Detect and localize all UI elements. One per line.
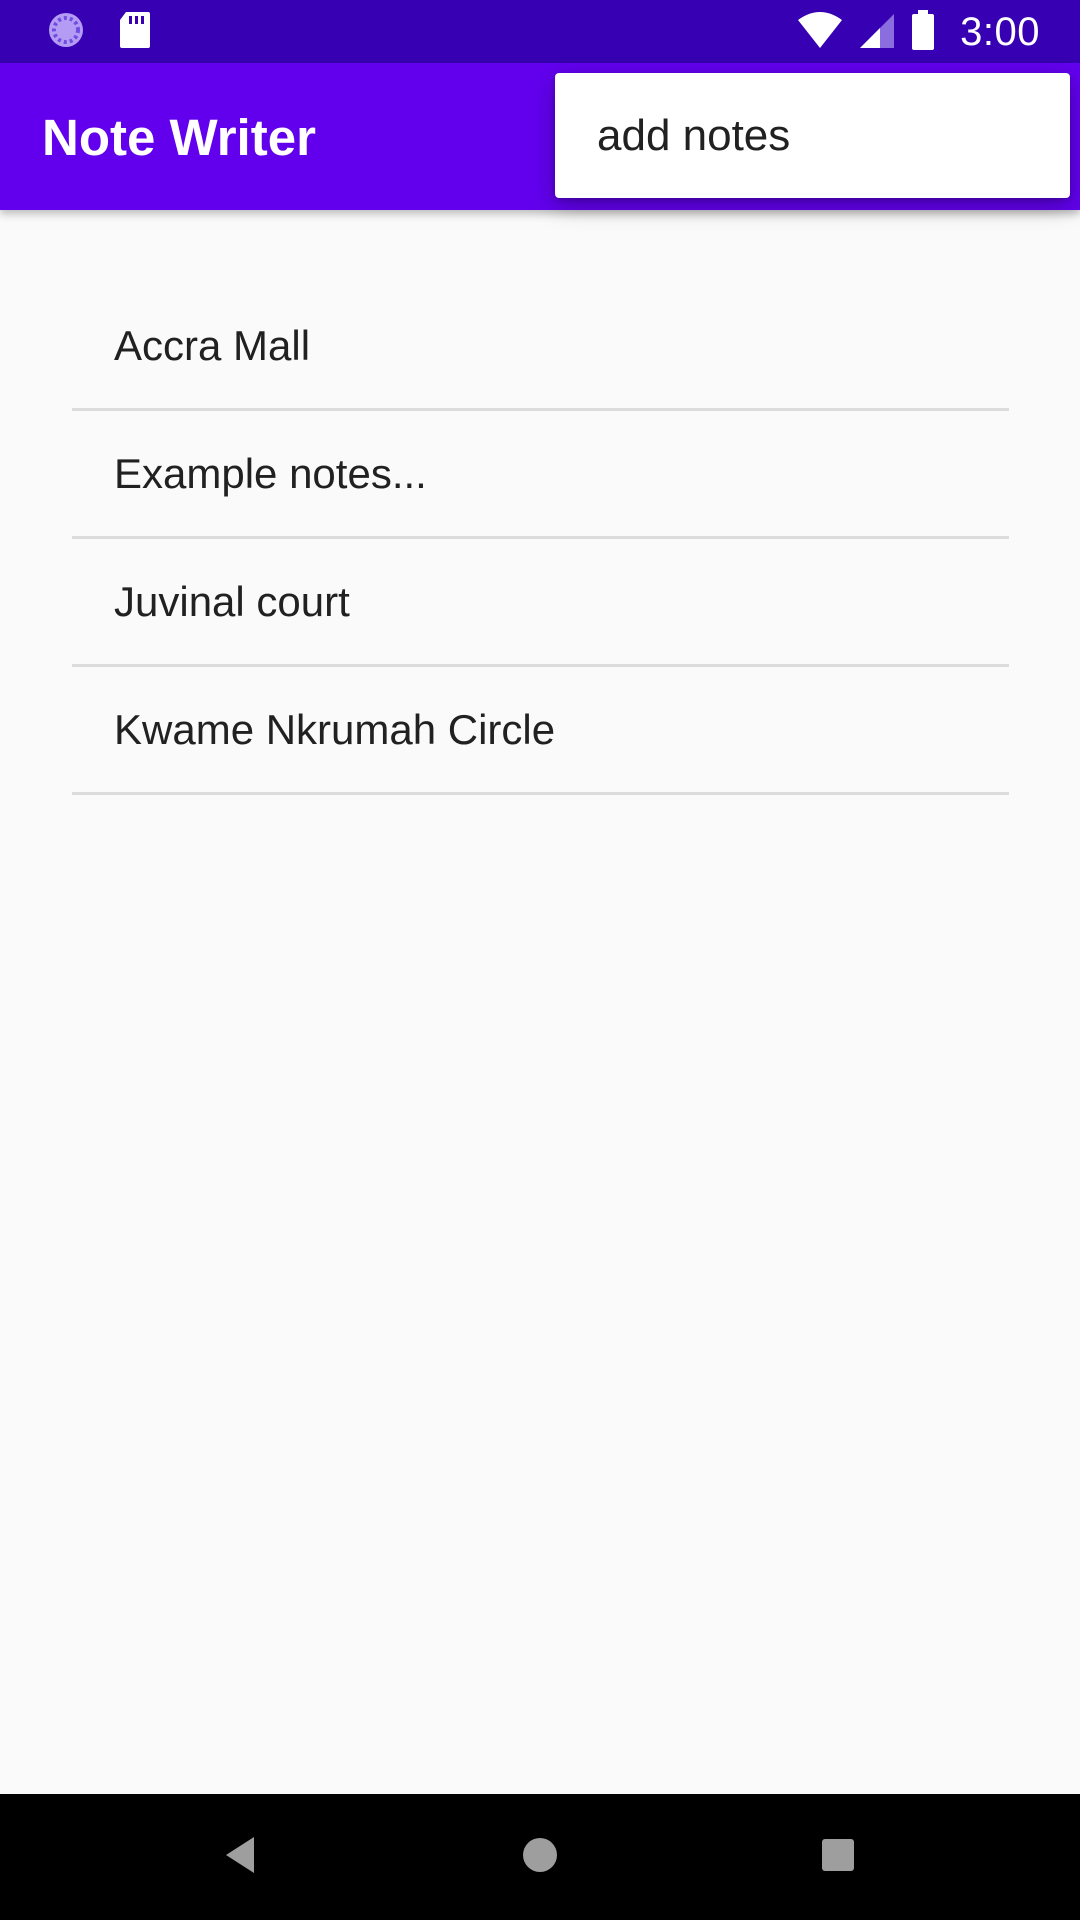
- app-title: Note Writer: [42, 109, 316, 166]
- home-button[interactable]: [510, 1827, 570, 1887]
- recents-icon: [820, 1837, 856, 1878]
- list-item[interactable]: Juvinal court: [72, 539, 1009, 667]
- wifi-icon: [796, 10, 844, 55]
- back-icon: [220, 1833, 260, 1882]
- battery-icon: [910, 9, 936, 56]
- sync-icon: [46, 10, 86, 55]
- back-button[interactable]: [210, 1827, 270, 1887]
- signal-icon: [858, 10, 896, 55]
- status-bar: 3:00: [0, 0, 1080, 63]
- list-item[interactable]: Kwame Nkrumah Circle: [72, 667, 1009, 795]
- status-right-icons: 3:00: [796, 8, 1040, 56]
- navigation-bar: [0, 1794, 1080, 1920]
- list-item[interactable]: Example notes...: [72, 411, 1009, 539]
- status-left-icons: [46, 10, 152, 54]
- home-icon: [520, 1835, 560, 1880]
- status-time: 3:00: [960, 9, 1040, 54]
- overflow-popup-menu: add notes: [555, 73, 1070, 198]
- recents-button[interactable]: [808, 1827, 868, 1887]
- screen: 3:00 Note Writer add notes Accra Mall Ex…: [0, 0, 1080, 1920]
- list-item[interactable]: Accra Mall: [72, 283, 1009, 411]
- sd-card-icon: [118, 10, 152, 55]
- notes-list: Accra Mall Example notes... Juvinal cour…: [72, 283, 1009, 795]
- menu-item-add-notes[interactable]: add notes: [555, 73, 1070, 198]
